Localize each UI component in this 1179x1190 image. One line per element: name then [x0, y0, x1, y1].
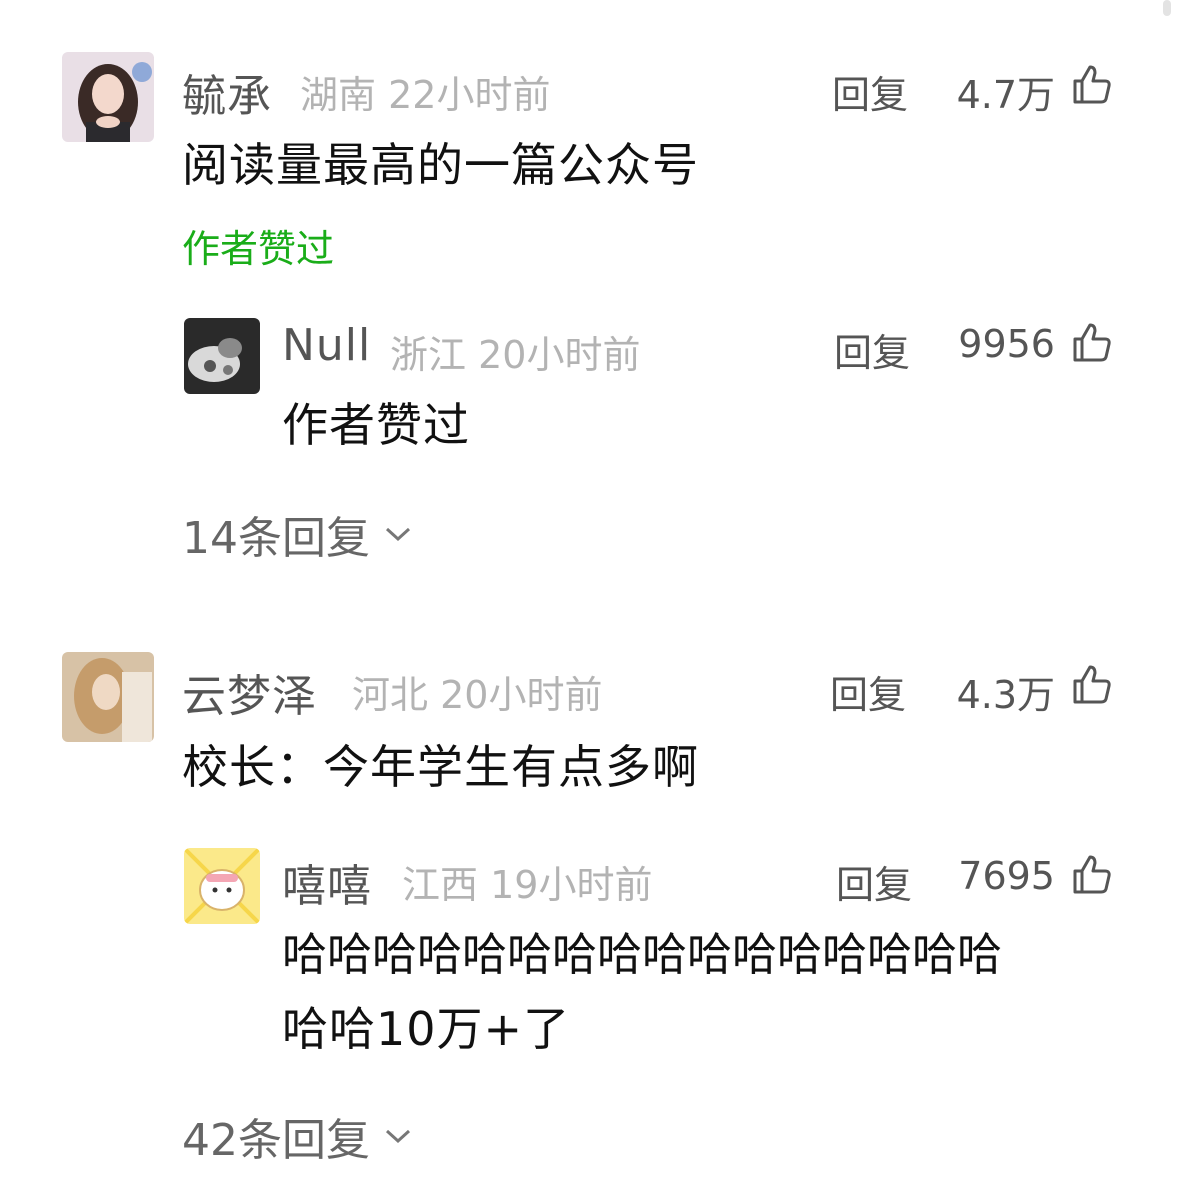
- reply-meta: 浙江 20小时前: [390, 324, 640, 379]
- like-count: 7695: [958, 854, 1055, 898]
- region: 河北: [352, 673, 429, 717]
- scrollbar[interactable]: [1163, 0, 1171, 16]
- like-count: 4.7万: [956, 73, 1055, 117]
- timestamp: 22小时前: [388, 73, 551, 117]
- timestamp: 20小时前: [478, 333, 641, 377]
- reply-button[interactable]: 回复: [832, 64, 908, 119]
- reply-meta: 江西 19小时前: [402, 854, 652, 909]
- watermark: [989, 1146, 1169, 1176]
- reply-text-line-2: 哈哈10万+了: [282, 1002, 571, 1056]
- reply-avatar[interactable]: [184, 848, 260, 924]
- comment-text: 校长：今年学生有点多啊: [182, 740, 699, 794]
- comment-text: 阅读量最高的一篇公众号: [182, 138, 699, 192]
- more-replies-label: 14条回复: [182, 513, 370, 564]
- commenter-name[interactable]: 云梦泽: [182, 660, 317, 724]
- more-replies-label: 42条回复: [182, 1115, 370, 1166]
- thumbs-up-icon[interactable]: [1070, 320, 1114, 364]
- like-count: 9956: [958, 322, 1055, 366]
- reply-button[interactable]: 回复: [830, 664, 906, 719]
- chevron-down-icon: [385, 1129, 411, 1144]
- reply-name[interactable]: Null: [282, 320, 371, 371]
- region: 浙江: [390, 333, 467, 377]
- reply-text: 作者赞过: [282, 398, 470, 452]
- timestamp: 20小时前: [440, 673, 603, 717]
- thumbs-up-icon[interactable]: [1070, 662, 1114, 706]
- reply-name[interactable]: 嘻嘻: [282, 850, 372, 914]
- comment-meta: 河北 20小时前: [352, 664, 602, 719]
- avatar[interactable]: [62, 652, 154, 742]
- timestamp: 19小时前: [490, 863, 653, 907]
- more-replies-button[interactable]: 14条回复: [182, 502, 412, 566]
- thumbs-up-icon[interactable]: [1070, 852, 1114, 896]
- avatar[interactable]: [62, 52, 154, 142]
- chevron-down-icon: [385, 527, 411, 542]
- author-liked-tag: 作者赞过: [182, 227, 335, 271]
- commenter-name[interactable]: 毓承: [182, 60, 272, 124]
- region: 江西: [402, 863, 479, 907]
- reply-button[interactable]: 回复: [834, 322, 910, 377]
- reply-button[interactable]: 回复: [836, 854, 912, 909]
- reply-avatar[interactable]: [184, 318, 260, 394]
- region: 湖南: [300, 73, 377, 117]
- reply-text-line-1: 哈哈哈哈哈哈哈哈哈哈哈哈哈哈哈哈: [282, 928, 1003, 981]
- thumbs-up-icon[interactable]: [1070, 62, 1114, 106]
- comment-meta: 湖南 22小时前: [300, 64, 550, 119]
- more-replies-button[interactable]: 42条回复: [182, 1104, 412, 1168]
- like-count: 4.3万: [956, 673, 1055, 717]
